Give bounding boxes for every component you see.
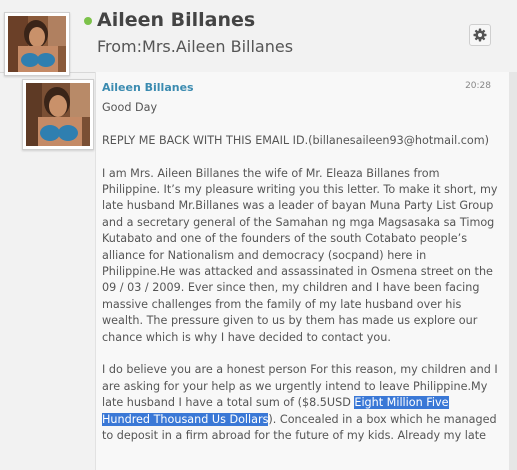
avatar-photo (8, 16, 66, 72)
reply-instruction-text: REPLY ME BACK WITH THIS EMAIL ID.(billan… (102, 133, 490, 147)
conversation-header: Aileen Billanes From:Mrs.Aileen Billanes (0, 0, 517, 73)
message-body: Good Day REPLY ME BACK WITH THIS EMAIL I… (102, 100, 500, 461)
gear-icon (473, 28, 487, 42)
online-status-indicator (84, 17, 92, 25)
avatar-photo (26, 83, 90, 146)
scroll-track[interactable] (508, 72, 517, 470)
greeting-text: Good Day (102, 101, 158, 114)
paragraph-2: I do believe you are a honest person For… (102, 362, 500, 444)
sender-name[interactable]: Aileen Billanes (102, 81, 194, 94)
sender-avatar[interactable] (22, 79, 94, 150)
contact-avatar[interactable] (4, 12, 70, 76)
from-line: From:Mrs.Aileen Billanes (97, 37, 294, 56)
message-bubble: Aileen Billanes 20:28 Good Day REPLY ME … (95, 72, 509, 470)
paragraph-1: I am Mrs. Aileen Billanes the wife of Mr… (102, 166, 498, 344)
contact-name: Aileen Billanes (97, 9, 256, 31)
settings-button[interactable] (469, 24, 491, 46)
message-time: 20:28 (465, 81, 491, 91)
